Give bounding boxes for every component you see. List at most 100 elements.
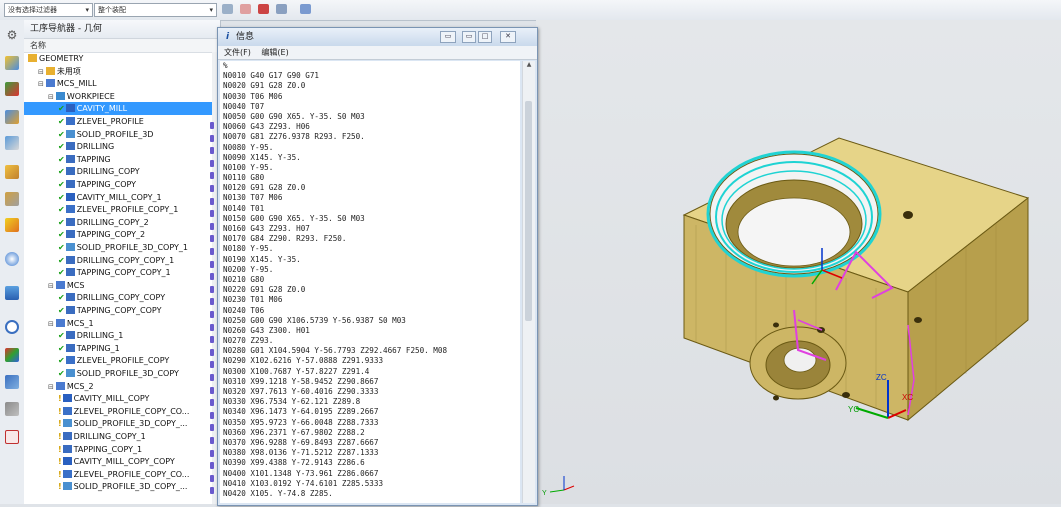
system-materials-icon[interactable] — [5, 348, 19, 362]
nc-code-line: N0370 X96.9288 Y-69.8493 Z287.6667 — [223, 437, 379, 447]
tree-row-label: DRILLING_COPY_2 — [76, 217, 149, 227]
type-filter-dropdown[interactable]: 没有选择过滤器 ▾ — [4, 3, 93, 17]
minimize-button[interactable]: ▭ — [462, 31, 476, 43]
history-icon[interactable] — [5, 286, 19, 300]
process-library-icon[interactable] — [5, 218, 19, 232]
expand-toggle-icon[interactable]: ⊟ — [48, 282, 54, 290]
assembly-navigator-icon[interactable] — [5, 56, 19, 70]
info-menu-bar: 文件(F) 编辑(E) — [218, 46, 537, 60]
point-icon[interactable] — [258, 4, 269, 14]
toolpath-status-icon — [210, 474, 214, 482]
tree-row-label: TAPPING_COPY_COPY — [76, 306, 162, 315]
reuse-library-icon[interactable] — [5, 192, 19, 206]
scope-value: 整个装配 — [98, 6, 126, 14]
complete-check-icon: ✔ — [58, 243, 65, 252]
menu-edit[interactable]: 编辑(E) — [261, 48, 288, 57]
drill-icon — [65, 343, 75, 352]
drill-icon — [65, 217, 75, 226]
machine-tool-navigator-icon[interactable] — [5, 165, 19, 179]
regenerate-warning-icon: ! — [58, 482, 62, 492]
constraint-navigator-icon[interactable] — [5, 82, 19, 96]
tree-row[interactable]: ⊟ 未用项 — [24, 65, 222, 78]
roles-icon[interactable] — [5, 402, 19, 416]
tree-row[interactable]: GEOMETRY — [24, 52, 212, 65]
info-scrollbar-thumb[interactable] — [525, 101, 532, 321]
operation-navigator-icon[interactable] — [5, 136, 19, 150]
axis-icon[interactable] — [276, 4, 287, 14]
regenerate-warning-icon: ! — [58, 432, 62, 441]
solid-icon — [65, 243, 75, 251]
palette-icon[interactable] — [5, 430, 19, 444]
nc-code-line: N0050 G00 G90 X65. Y-35. S0 M03 — [223, 111, 365, 121]
drill-icon — [65, 154, 75, 163]
tree-row[interactable]: ⊟ MCS_1 — [24, 317, 232, 330]
tree-row-label: 未用项 — [56, 66, 81, 76]
tree-row[interactable]: ✔ CAVITY_MILL — [24, 102, 242, 116]
info-scrollbar[interactable]: ▲ — [522, 61, 535, 503]
zlevel-icon — [65, 205, 75, 214]
complete-check-icon: ✔ — [58, 154, 65, 164]
nc-code-line: N0130 T07 M06 — [223, 193, 283, 203]
expand-toggle-icon[interactable]: ⊟ — [38, 68, 44, 76]
info-title-bar[interactable]: i 信息 ▭ ▭ □ ✕ — [218, 28, 537, 46]
solid-icon — [65, 129, 75, 138]
clock-icon[interactable] — [5, 320, 19, 334]
tree-row[interactable]: ⊟ MCS_MILL — [24, 77, 222, 90]
tree-row-label: TAPPING_1 — [76, 343, 120, 353]
nc-code-line: N0260 G43 Z300. H01 — [223, 325, 310, 335]
mcs-icon — [55, 381, 65, 390]
tree-row-label: ZLEVEL_PROFILE_COPY_CO... — [73, 406, 190, 416]
toolpath-status-icon — [210, 248, 214, 255]
type-filter-value: 没有选择过滤器 — [8, 6, 57, 14]
tree-row-label: MCS_MILL — [56, 79, 97, 89]
zlevel-icon — [62, 469, 72, 478]
nc-code-line: N0090 X145. Y-35. — [223, 152, 301, 162]
expand-toggle-icon[interactable]: ⊟ — [38, 80, 44, 88]
select-icon[interactable] — [222, 4, 233, 14]
expand-toggle-icon[interactable]: ⊟ — [48, 320, 54, 328]
menu-file[interactable]: 文件(F) — [224, 48, 251, 57]
scope-dropdown[interactable]: 整个装配 ▾ — [94, 3, 217, 17]
tree-row-label: ZLEVEL_PROFILE_COPY_CO... — [73, 469, 190, 479]
cavity-icon — [65, 192, 75, 201]
tree-row-label: MCS — [66, 280, 85, 290]
scroll-up-arrow-icon[interactable]: ▲ — [523, 61, 535, 68]
toolpath-status-icon — [210, 374, 214, 381]
window-dock-button[interactable]: ▭ — [440, 31, 456, 43]
drill-icon — [65, 331, 75, 340]
tree-row-label: DRILLING_COPY_COPY — [76, 293, 166, 303]
maximize-button[interactable]: □ — [478, 31, 492, 43]
expand-toggle-icon[interactable]: ⊟ — [48, 383, 54, 391]
tree-row-label: CAVITY_MILL_COPY_COPY — [73, 457, 175, 467]
complete-check-icon: ✔ — [58, 306, 65, 315]
view-icon[interactable] — [300, 4, 311, 14]
tree-row[interactable]: ⊟ WORKPIECE — [24, 90, 232, 103]
tree-row-label: DRILLING — [76, 142, 115, 152]
graphics-viewport[interactable]: YC ZC XC Y — [536, 20, 1061, 504]
tree-row[interactable]: ⊟ MCS — [24, 279, 232, 292]
mcs-icon — [55, 318, 65, 327]
zlevel-icon — [65, 117, 75, 125]
nc-code-line: N0360 X96.2371 Y-67.9802 Z288.2 — [223, 427, 365, 437]
snap-icon[interactable] — [240, 4, 251, 14]
expand-toggle-icon[interactable]: ⊟ — [48, 93, 54, 101]
resource-bar: ⚙ — [0, 20, 25, 504]
close-button[interactable]: ✕ — [500, 31, 516, 43]
triad-label-y: Y — [542, 490, 547, 497]
nc-code-line: N0070 G81 Z276.9378 R293. F250. — [223, 132, 365, 142]
regenerate-warning-icon: ! — [58, 406, 62, 416]
tree-row-label: CAVITY_MILL_COPY — [73, 394, 150, 404]
settings-gear-icon[interactable]: ⚙ — [5, 28, 19, 42]
info-text-area[interactable]: % N0010 G40 G17 G90 G71 N0020 G91 G28 Z0.0… — [220, 61, 520, 503]
toolpath-status-icon — [210, 122, 214, 129]
regenerate-warning-icon: ! — [58, 457, 62, 467]
part-navigator-icon[interactable] — [5, 110, 19, 124]
column-header-name[interactable]: 名称 — [24, 39, 220, 53]
complete-check-icon: ✔ — [58, 230, 65, 240]
tree-row-label: SOLID_PROFILE_3D_COPY_... — [73, 482, 188, 492]
nc-code-line: N0350 X95.9723 Y-66.0048 Z288.7333 — [223, 417, 379, 427]
web-browser-icon[interactable] — [5, 252, 19, 266]
tree-row[interactable]: ⊟ MCS_2 — [24, 380, 232, 393]
visualization-icon[interactable] — [5, 375, 19, 389]
toolpath-status-icon — [210, 399, 214, 407]
